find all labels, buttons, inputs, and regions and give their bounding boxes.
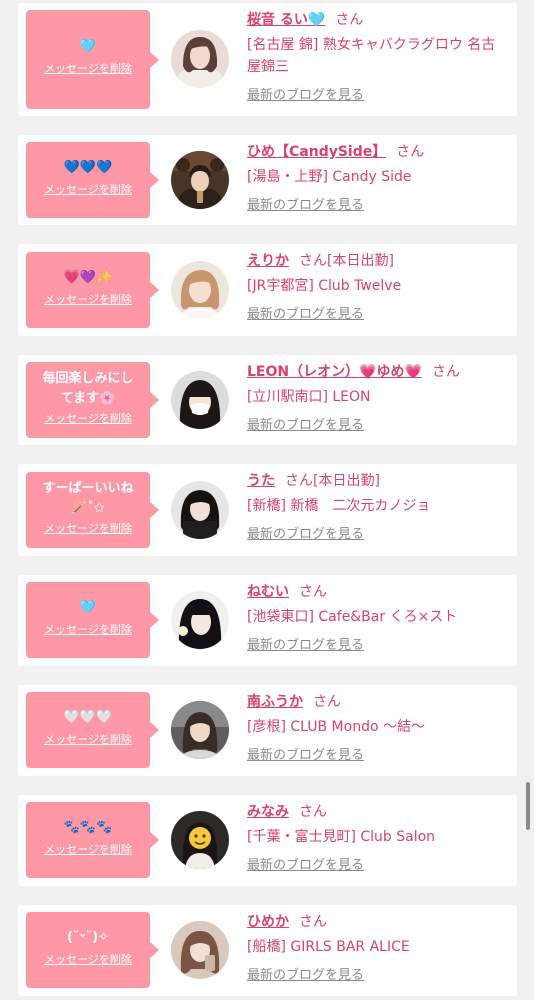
message-text: 🩵 [79,39,97,54]
latest-blog-link[interactable]: 最新のブログを見る [247,414,364,433]
honorific: さん [299,914,327,930]
store-name: [新橋] 新橋 二次元カノジョ [247,498,431,514]
avatar[interactable] [171,811,229,869]
avatar[interactable] [171,371,229,429]
honorific: さん [299,584,327,600]
honorific: さん [299,253,327,269]
attendance-status: [本日出勤] [327,253,394,269]
delete-message-link[interactable]: メッセージを削除 [26,842,150,858]
cast-info: ひめ【CandySide】 さん [湯島・上野] Candy Side 最新のブロ… [247,142,509,213]
avatar[interactable] [171,591,229,649]
delete-message-link[interactable]: メッセージを削除 [26,61,150,77]
avatar[interactable] [171,481,229,539]
latest-blog-link[interactable]: 最新のブログを見る [247,634,364,653]
vertical-scrollbar[interactable] [526,782,530,830]
message-bubble: (˘ᵕ˘)✧ メッセージを削除 [26,912,159,988]
honorific: さん [313,694,341,710]
message-text: 💗💜✨ [63,270,113,285]
cast-info: みなみ さん [千葉・富士見町] Club Salon 最新のブログを見る [247,802,509,873]
message-text: 💙💙💙 [63,160,113,175]
list-item: 💙💙💙 メッセージを削除 ひめ【CandySide】 さん [湯島・上野] Can… [18,135,517,225]
message-bubble: 🩵 メッセージを削除 [26,10,159,109]
message-bubble: 🐾🐾🐾 メッセージを削除 [26,802,159,878]
message-bubble: 💙💙💙 メッセージを削除 [26,142,159,218]
list-item: 💗💜✨ メッセージを削除 えりか さん[本日出勤] [JR宇都宮] Club Tw… [18,244,517,336]
message-bubble: 毎回楽しみにしてます🌸 メッセージを削除 [26,362,159,438]
avatar[interactable] [171,261,229,319]
cast-name-link[interactable]: みなみ [247,804,289,820]
store-name: [船橋] GIRLS BAR ALICE [247,939,410,955]
latest-blog-link[interactable]: 最新のブログを見る [247,84,364,103]
cast-info: 桜音 るい🩵 さん [名古屋 錦] 熟女キャバクラグロウ 名古屋錦三 最新のブログ… [247,10,509,103]
list-item: 🩵 メッセージを削除 桜音 るい🩵 さん [名古屋 錦] 熟女キャバクラグロウ 名… [18,3,517,116]
latest-blog-link[interactable]: 最新のブログを見る [247,194,364,213]
avatar[interactable] [171,30,229,88]
cast-info: LEON（レオン）💗ゆめ💗 さん [立川駅南口] LEON 最新のブログを見る [247,362,509,433]
message-bubble: すーぱーいいね🪄˚✩ メッセージを削除 [26,472,159,548]
latest-blog-link[interactable]: 最新のブログを見る [247,854,364,873]
delete-message-link[interactable]: メッセージを削除 [26,732,150,748]
cast-name-link[interactable]: うた [247,473,275,489]
message-text: 🐾🐾🐾 [63,820,113,835]
message-bubble: 🩵 メッセージを削除 [26,582,159,658]
list-item: 🐾🐾🐾 メッセージを削除 みなみ さん [千葉・富士見町] Club Salon … [18,795,517,886]
store-name: [彦根] CLUB Mondo 〜結〜 [247,719,425,735]
list-item: すーぱーいいね🪄˚✩ メッセージを削除 うた さん[本日出勤] [新橋] 新橋 二… [18,464,517,556]
delete-message-link[interactable]: メッセージを削除 [26,952,150,968]
cast-name-link[interactable]: 南ふうか [247,694,303,710]
avatar[interactable] [171,921,229,979]
latest-blog-link[interactable]: 最新のブログを見る [247,523,364,542]
attendance-status: [本日出勤] [313,473,380,489]
store-name: [名古屋 錦] 熟女キャバクラグロウ 名古屋錦三 [247,37,496,75]
latest-blog-link[interactable]: 最新のブログを見る [247,964,364,983]
delete-message-link[interactable]: メッセージを削除 [26,622,150,638]
message-text: すーぱーいいね🪄˚✩ [42,481,134,516]
avatar[interactable] [171,151,229,209]
store-name: [JR宇都宮] Club Twelve [247,278,402,294]
cast-name-link[interactable]: ねむい [247,584,289,600]
latest-blog-link[interactable]: 最新のブログを見る [247,303,364,322]
cast-name-link[interactable]: 桜音 るい🩵 [247,12,325,28]
latest-blog-link[interactable]: 最新のブログを見る [247,744,364,763]
delete-message-link[interactable]: メッセージを削除 [26,411,150,427]
delete-message-link[interactable]: メッセージを削除 [26,292,150,308]
cast-info: ひめか さん [船橋] GIRLS BAR ALICE 最新のブログを見る [247,912,509,983]
honorific: さん [285,473,313,489]
list-item: 🩵 メッセージを削除 ねむい さん [池袋東口] Cafe&Bar くろ×スト 最… [18,575,517,666]
store-name: [千葉・富士見町] Club Salon [247,829,436,845]
store-name: [湯島・上野] Candy Side [247,169,412,185]
avatar[interactable] [171,701,229,759]
delete-message-link[interactable]: メッセージを削除 [26,182,150,198]
delete-message-link[interactable]: メッセージを削除 [26,521,150,537]
cast-info: えりか さん[本日出勤] [JR宇都宮] Club Twelve 最新のブログを見… [247,251,509,322]
cast-name-link[interactable]: LEON（レオン）💗ゆめ💗 [247,364,422,380]
cast-name-link[interactable]: えりか [247,253,289,269]
cast-name-link[interactable]: ひめか [247,914,289,930]
cast-info: ねむい さん [池袋東口] Cafe&Bar くろ×スト 最新のブログを見る [247,582,509,653]
honorific: さん [299,804,327,820]
list-item: (˘ᵕ˘)✧ メッセージを削除 ひめか さん [船橋] GIRLS BAR ALI… [18,905,517,996]
list-item: 毎回楽しみにしてます🌸 メッセージを削除 LEON（レオン）💗ゆめ💗 さん [立川… [18,355,517,445]
store-name: [池袋東口] Cafe&Bar くろ×スト [247,609,458,625]
cast-info: うた さん[本日出勤] [新橋] 新橋 二次元カノジョ 最新のブログを見る [247,471,509,542]
message-text: (˘ᵕ˘)✧ [66,930,110,945]
store-name: [立川駅南口] LEON [247,389,371,405]
honorific: さん [431,364,460,380]
cast-info: 南ふうか さん [彦根] CLUB Mondo 〜結〜 最新のブログを見る [247,692,509,763]
cast-name-link[interactable]: ひめ【CandySide】 [247,144,386,160]
message-bubble: 🤍🤍🤍 メッセージを削除 [26,692,159,768]
message-bubble: 💗💜✨ メッセージを削除 [26,252,159,328]
message-text: 🩵 [79,600,97,615]
list-item: 🤍🤍🤍 メッセージを削除 南ふうか さん [彦根] CLUB Mondo 〜結〜 … [18,685,517,776]
honorific: さん [396,144,425,160]
message-text: 🤍🤍🤍 [63,710,113,725]
message-text: 毎回楽しみにしてます🌸 [42,371,134,406]
honorific: さん [335,12,364,28]
